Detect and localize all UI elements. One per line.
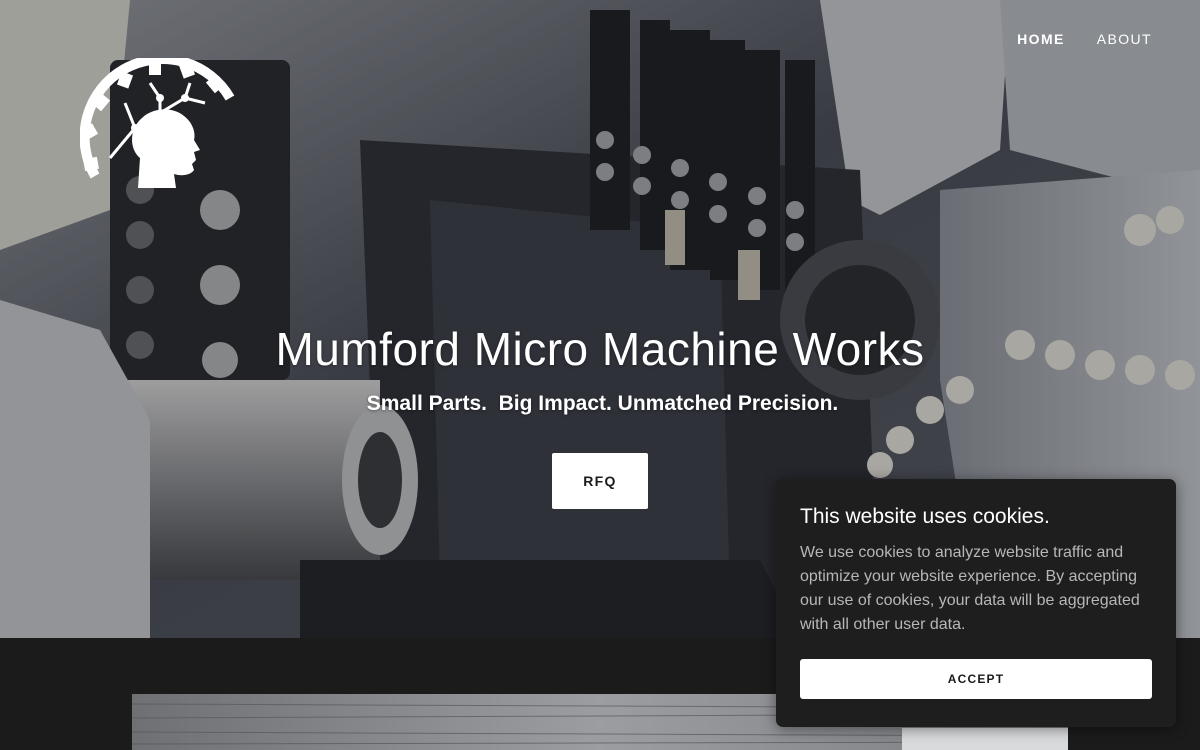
hero-tagline: Small Parts. Big Impact. Unmatched Preci…: [366, 392, 839, 415]
nav-item-home[interactable]: HOME: [1017, 31, 1065, 47]
accept-cookies-button[interactable]: ACCEPT: [800, 659, 1152, 699]
hero-title: Mumford Micro Machine Works: [275, 323, 925, 375]
rfq-button[interactable]: RFQ: [552, 453, 648, 509]
cookie-banner-text: We use cookies to analyze website traffi…: [800, 544, 1140, 633]
gear-head-logo-icon[interactable]: [79, 54, 240, 193]
main-nav: HOME ABOUT: [1017, 31, 1152, 47]
nav-item-about[interactable]: ABOUT: [1097, 31, 1152, 47]
cookie-banner: This website uses cookies. We use cookie…: [776, 479, 1176, 727]
cookie-banner-title: This website uses cookies.: [800, 505, 1050, 528]
